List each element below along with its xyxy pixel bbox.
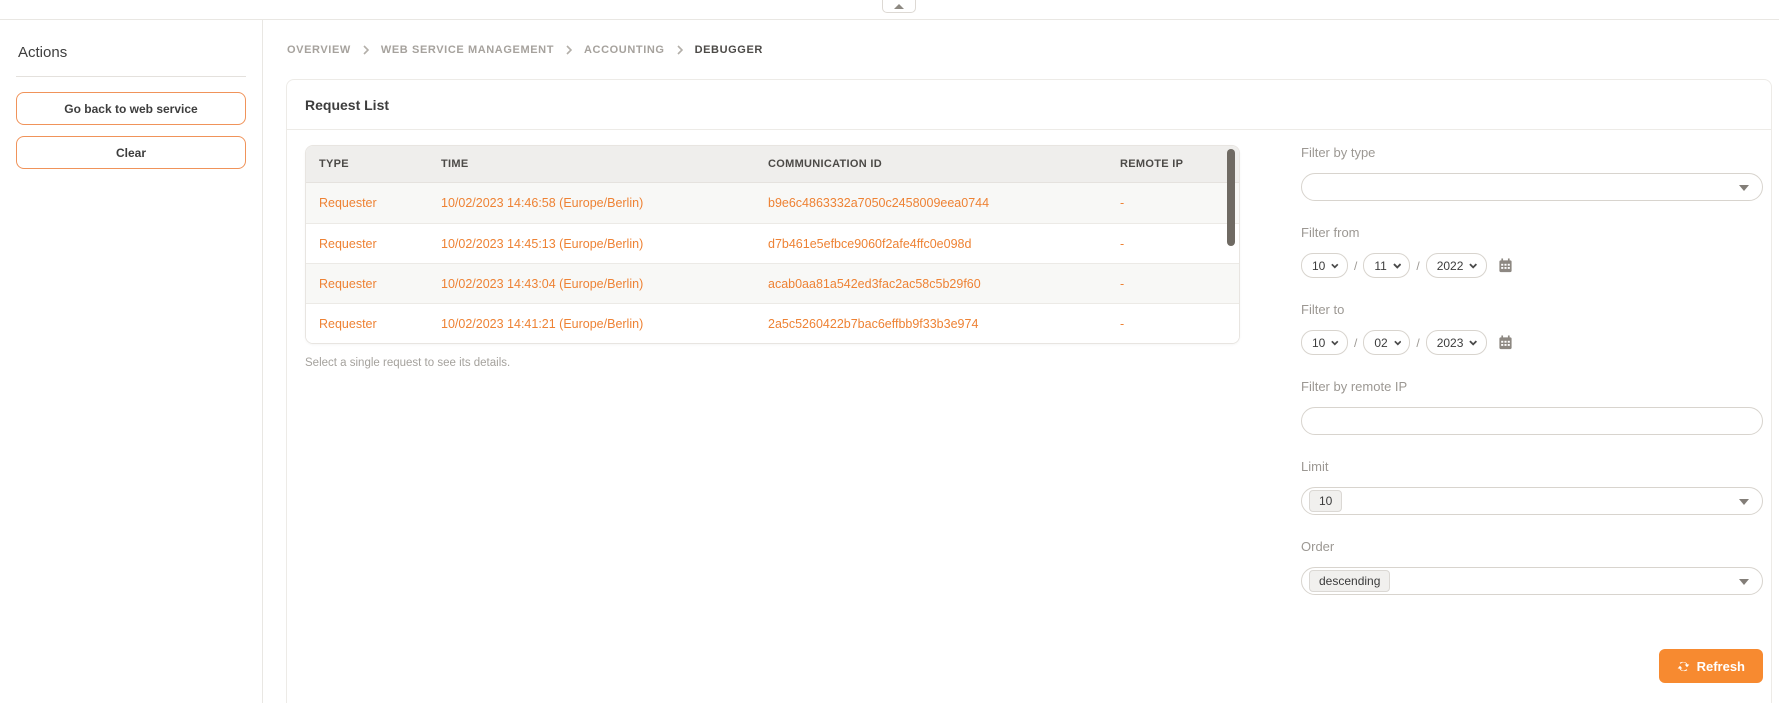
cell-type[interactable]: Requester	[319, 237, 441, 251]
go-back-to-web-service-button[interactable]: Go back to web service	[16, 92, 246, 125]
filter-panel: Filter by type Filter from 10	[1301, 145, 1763, 683]
cell-time[interactable]: 10/02/2023 14:45:13 (Europe/Berlin)	[441, 237, 768, 251]
filter-by-type-label: Filter by type	[1301, 145, 1763, 160]
limit-select[interactable]: 10	[1301, 487, 1763, 515]
filter-to-month-select[interactable]: 02	[1363, 330, 1410, 355]
breadcrumb-chevron-icon	[566, 45, 572, 55]
cell-time[interactable]: 10/02/2023 14:41:21 (Europe/Berlin)	[441, 317, 768, 331]
column-header-type: TYPE	[319, 158, 441, 170]
chevron-down-icon	[1469, 263, 1477, 269]
clear-button[interactable]: Clear	[16, 136, 246, 169]
filter-to-label: Filter to	[1301, 302, 1763, 317]
filter-remote-ip-label: Filter by remote IP	[1301, 379, 1763, 394]
table-row[interactable]: Requester 10/02/2023 14:45:13 (Europe/Be…	[306, 223, 1239, 263]
cell-type[interactable]: Requester	[319, 277, 441, 291]
card-title: Request List	[305, 97, 1753, 113]
filter-to-day-select[interactable]: 10	[1301, 330, 1348, 355]
collapse-panel-button[interactable]	[882, 0, 916, 13]
column-header-communication-id: COMMUNICATION ID	[768, 158, 1120, 170]
sidebar-title: Actions	[16, 44, 246, 61]
filter-from-day-value: 10	[1312, 259, 1325, 273]
breadcrumb-debugger: DEBUGGER	[695, 44, 763, 56]
table-header-row: TYPE TIME COMMUNICATION ID REMOTE IP	[306, 146, 1239, 183]
cell-remote-ip[interactable]: -	[1120, 317, 1239, 331]
cell-communication-id[interactable]: acab0aa81a542ed3fac2ac58c5b29f60	[768, 277, 1120, 291]
top-bar	[0, 0, 1779, 20]
filter-to-month-value: 02	[1374, 336, 1387, 350]
card-header: Request List	[287, 80, 1771, 130]
table-row[interactable]: Requester 10/02/2023 14:46:58 (Europe/Be…	[306, 183, 1239, 223]
actions-sidebar: Actions Go back to web service Clear	[0, 20, 263, 703]
chevron-down-icon	[1739, 579, 1749, 585]
limit-group: Limit 10	[1301, 459, 1763, 515]
cell-time[interactable]: 10/02/2023 14:43:04 (Europe/Berlin)	[441, 277, 768, 291]
breadcrumb-overview[interactable]: OVERVIEW	[287, 44, 351, 56]
cell-type[interactable]: Requester	[319, 196, 441, 210]
filter-by-type-select[interactable]	[1301, 173, 1763, 201]
chevron-down-icon	[1331, 263, 1339, 269]
filter-to-group: Filter to 10 / 02 /	[1301, 302, 1763, 355]
filter-from-group: Filter from 10 / 11 /	[1301, 225, 1763, 278]
filter-from-label: Filter from	[1301, 225, 1763, 240]
cell-remote-ip[interactable]: -	[1120, 196, 1239, 210]
cell-communication-id[interactable]: d7b461e5efbce9060f2afe4ffc0e098d	[768, 237, 1120, 251]
filter-from-month-value: 11	[1374, 259, 1386, 273]
cell-communication-id[interactable]: b9e6c4863332a7050c2458009eea0744	[768, 196, 1120, 210]
selection-hint: Select a single request to see its detai…	[305, 357, 1240, 369]
request-table: TYPE TIME COMMUNICATION ID REMOTE IP Req…	[305, 145, 1240, 344]
cell-remote-ip[interactable]: -	[1120, 237, 1239, 251]
table-row[interactable]: Requester 10/02/2023 14:43:04 (Europe/Be…	[306, 263, 1239, 303]
cell-communication-id[interactable]: 2a5c5260422b7bac6effbb9f33b3e974	[768, 317, 1120, 331]
order-select[interactable]: descending	[1301, 567, 1763, 595]
chevron-down-icon	[1331, 340, 1339, 346]
filter-from-day-select[interactable]: 10	[1301, 253, 1348, 278]
calendar-icon[interactable]	[1498, 335, 1513, 350]
sidebar-divider	[16, 76, 246, 77]
column-header-remote-ip: REMOTE IP	[1120, 158, 1239, 170]
order-group: Order descending	[1301, 539, 1763, 595]
breadcrumb-accounting[interactable]: ACCOUNTING	[584, 44, 665, 56]
chevron-up-icon	[894, 4, 904, 9]
order-value-chip: descending	[1309, 570, 1390, 592]
request-list-section: TYPE TIME COMMUNICATION ID REMOTE IP Req…	[305, 145, 1240, 683]
date-separator: /	[1354, 336, 1357, 350]
chevron-down-icon	[1739, 499, 1749, 505]
breadcrumb-chevron-icon	[363, 45, 369, 55]
filter-from-year-select[interactable]: 2022	[1426, 253, 1487, 278]
refresh-button[interactable]: Refresh	[1659, 649, 1763, 683]
table-row[interactable]: Requester 10/02/2023 14:41:21 (Europe/Be…	[306, 303, 1239, 343]
chevron-down-icon	[1739, 185, 1749, 191]
calendar-icon[interactable]	[1498, 258, 1513, 273]
chevron-down-icon	[1469, 340, 1477, 346]
limit-label: Limit	[1301, 459, 1763, 474]
filter-by-type-group: Filter by type	[1301, 145, 1763, 201]
order-label: Order	[1301, 539, 1763, 554]
limit-value-chip: 10	[1309, 490, 1342, 512]
chevron-down-icon	[1394, 340, 1402, 346]
filter-to-year-value: 2023	[1437, 336, 1464, 350]
date-separator: /	[1354, 259, 1357, 273]
cell-time[interactable]: 10/02/2023 14:46:58 (Europe/Berlin)	[441, 196, 768, 210]
cell-remote-ip[interactable]: -	[1120, 277, 1239, 291]
breadcrumb-web-service-management[interactable]: WEB SERVICE MANAGEMENT	[381, 44, 554, 56]
filter-from-month-select[interactable]: 11	[1363, 253, 1410, 278]
column-header-time: TIME	[441, 158, 768, 170]
breadcrumb-chevron-icon	[677, 45, 683, 55]
remote-ip-input[interactable]	[1301, 407, 1763, 435]
date-separator: /	[1416, 336, 1419, 350]
table-scrollbar-thumb[interactable]	[1227, 149, 1235, 246]
breadcrumb: OVERVIEW WEB SERVICE MANAGEMENT ACCOUNTI…	[286, 44, 1772, 56]
main-content: OVERVIEW WEB SERVICE MANAGEMENT ACCOUNTI…	[263, 20, 1779, 703]
filter-from-year-value: 2022	[1437, 259, 1464, 273]
refresh-icon	[1677, 660, 1690, 673]
date-separator: /	[1416, 259, 1419, 273]
request-list-card: Request List TYPE TIME COMMUNICATION ID …	[286, 79, 1772, 703]
chevron-down-icon	[1393, 263, 1402, 269]
filter-remote-ip-group: Filter by remote IP	[1301, 379, 1763, 435]
cell-type[interactable]: Requester	[319, 317, 441, 331]
filter-to-day-value: 10	[1312, 336, 1325, 350]
refresh-button-label: Refresh	[1697, 659, 1745, 674]
filter-to-year-select[interactable]: 2023	[1426, 330, 1487, 355]
